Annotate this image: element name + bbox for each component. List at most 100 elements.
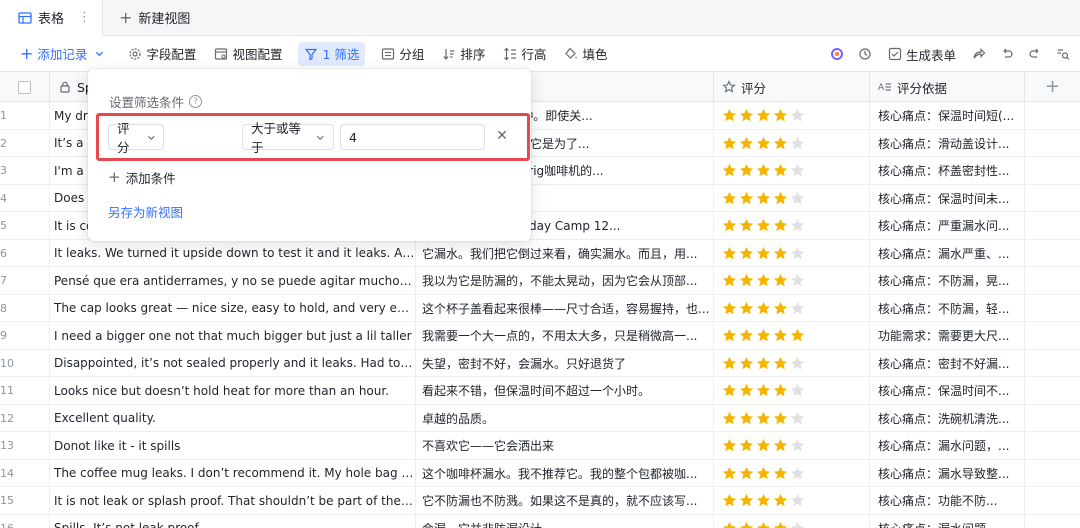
chevron-down-icon[interactable] [95, 49, 104, 58]
cell-rating[interactable] [714, 267, 870, 294]
star-filled-icon[interactable] [739, 191, 754, 206]
cell-translation[interactable]: 看起来不错，但保温时间不超过一个小时。 [416, 377, 714, 404]
star-filled-icon[interactable] [722, 328, 737, 343]
rating-stars[interactable] [722, 356, 805, 371]
cell-rating[interactable] [714, 377, 870, 404]
view-config-button[interactable]: 视图配置 [212, 42, 284, 66]
row-height-button[interactable]: 行高 [501, 42, 548, 66]
filter-value-input[interactable] [340, 124, 485, 150]
table-row[interactable]: 9 I need a bigger one not that much bigge… [0, 322, 1080, 350]
star-filled-icon[interactable] [739, 383, 754, 398]
ai-assistant-icon[interactable] [830, 47, 844, 61]
star-filled-icon[interactable] [722, 136, 737, 151]
filter-value-field[interactable] [349, 129, 476, 145]
add-column-icon[interactable]: + [1045, 78, 1060, 96]
cell-original-text[interactable]: Disappointed, it’s not sealed properly a… [50, 349, 416, 377]
cell-rating[interactable] [714, 432, 870, 459]
table-row[interactable]: 10 Disappointed, it’s not sealed properly… [0, 349, 1080, 377]
star-filled-icon[interactable] [722, 438, 737, 453]
star-filled-icon[interactable] [722, 163, 737, 178]
star-filled-icon[interactable] [756, 356, 771, 371]
star-empty-icon[interactable] [790, 521, 805, 528]
star-filled-icon[interactable] [739, 521, 754, 528]
star-filled-icon[interactable] [773, 108, 788, 123]
star-filled-icon[interactable] [722, 356, 737, 371]
star-filled-icon[interactable] [756, 191, 771, 206]
cell-translation[interactable]: 这个杯子盖看起来很棒——尺寸合适，容易握持，也... [416, 294, 714, 322]
table-row[interactable]: 15 It is not leak or splash proof. That s… [0, 487, 1080, 515]
star-filled-icon[interactable] [756, 246, 771, 261]
new-view-button[interactable]: + 新建视图 [119, 8, 190, 27]
star-filled-icon[interactable] [739, 108, 754, 123]
cell-translation[interactable]: 会漏，它并非防漏设计 [416, 514, 714, 528]
star-filled-icon[interactable] [773, 273, 788, 288]
star-filled-icon[interactable] [739, 328, 754, 343]
cell-translation[interactable]: 它漏水。我们把它倒过来看，确实漏水。而且，用... [416, 239, 714, 267]
rating-stars[interactable] [722, 108, 805, 123]
cell-rating[interactable] [714, 157, 870, 184]
cell-rating-basis[interactable]: 核心痛点：保温时间短(... [870, 102, 1025, 129]
cell-rating[interactable] [714, 514, 870, 528]
cell-rating[interactable] [714, 212, 870, 239]
cell-rating[interactable] [714, 294, 870, 322]
search-icon[interactable] [1056, 47, 1070, 61]
rating-stars[interactable] [722, 191, 805, 206]
star-filled-icon[interactable] [756, 218, 771, 233]
cell-original-text[interactable]: Spills. It’s not leak proof [50, 514, 416, 528]
star-filled-icon[interactable] [773, 356, 788, 371]
cell-rating[interactable] [714, 459, 870, 487]
star-filled-icon[interactable] [756, 411, 771, 426]
cell-rating-basis[interactable]: 核心痛点：漏水问题，... [870, 432, 1025, 459]
cell-original-text[interactable]: Donot like it - it spills [50, 432, 416, 459]
star-filled-icon[interactable] [739, 466, 754, 481]
cell-original-text[interactable]: I need a bigger one not that much bigger… [50, 322, 416, 349]
star-empty-icon[interactable] [790, 163, 805, 178]
cell-rating-basis[interactable]: 核心痛点：严重漏水问... [870, 212, 1025, 239]
cell-rating[interactable] [714, 239, 870, 267]
star-filled-icon[interactable] [722, 218, 737, 233]
rating-stars[interactable] [722, 521, 805, 528]
tab-more-icon[interactable]: ⋮ [78, 10, 91, 25]
fill-color-button[interactable]: 填色 [562, 42, 609, 66]
cell-rating-basis[interactable]: 核心痛点：杯盖密封性... [870, 157, 1025, 184]
star-empty-icon[interactable] [790, 136, 805, 151]
star-empty-icon[interactable] [790, 273, 805, 288]
rating-stars[interactable] [722, 273, 805, 288]
star-filled-icon[interactable] [722, 466, 737, 481]
cell-original-text[interactable]: The cap looks great — nice size, easy to… [50, 294, 416, 322]
table-row[interactable]: 13 Donot like it - it spills 不喜欢它——它会洒出来 核心… [0, 432, 1080, 460]
star-filled-icon[interactable] [773, 383, 788, 398]
star-filled-icon[interactable] [773, 301, 788, 316]
cell-rating-basis[interactable]: 核心痛点：密封不好漏... [870, 349, 1025, 377]
star-filled-icon[interactable] [722, 383, 737, 398]
close-icon[interactable]: ✕ [494, 128, 510, 144]
star-empty-icon[interactable] [790, 493, 805, 508]
add-condition-button[interactable]: + 添加条件 [108, 168, 176, 187]
cell-original-text[interactable]: The coffee mug leaks. I don’t recommend … [50, 459, 416, 487]
star-empty-icon[interactable] [790, 356, 805, 371]
sort-button[interactable]: 排序 [440, 42, 487, 66]
cell-rating-basis[interactable]: 核心痛点：保温时间不... [870, 377, 1025, 404]
star-filled-icon[interactable] [773, 466, 788, 481]
cell-rating[interactable] [714, 129, 870, 157]
star-filled-icon[interactable] [756, 136, 771, 151]
cell-translation[interactable]: 我以为它是防漏的，不能太晃动，因为它会从顶部... [416, 267, 714, 294]
cell-rating-basis[interactable]: 核心痛点：功能不防... [870, 487, 1025, 514]
star-filled-icon[interactable] [722, 493, 737, 508]
star-filled-icon[interactable] [756, 383, 771, 398]
generate-form-button[interactable]: 生成表单 [886, 42, 958, 66]
table-row[interactable]: 12 Excellent quality. 卓越的品质。 核心痛点：洗碗机清洗... [0, 404, 1080, 432]
star-empty-icon[interactable] [790, 191, 805, 206]
cell-rating[interactable] [714, 487, 870, 514]
cell-rating-basis[interactable]: 核心痛点：不防漏，轻... [870, 294, 1025, 322]
rating-stars[interactable] [722, 383, 805, 398]
star-filled-icon[interactable] [756, 328, 771, 343]
table-row[interactable]: 6 It leaks. We turned it upside down to t… [0, 239, 1080, 267]
table-row[interactable]: 8 The cap looks great — nice size, easy t… [0, 294, 1080, 322]
cell-rating-basis[interactable]: 核心痛点：漏水导致整... [870, 459, 1025, 487]
cell-rating-basis[interactable]: 核心痛点：滑动盖设计... [870, 129, 1025, 157]
star-filled-icon[interactable] [773, 163, 788, 178]
field-config-button[interactable]: 字段配置 [126, 42, 198, 66]
star-filled-icon[interactable] [739, 301, 754, 316]
cell-translation[interactable]: 失望，密封不好，会漏水。只好退货了 [416, 349, 714, 377]
